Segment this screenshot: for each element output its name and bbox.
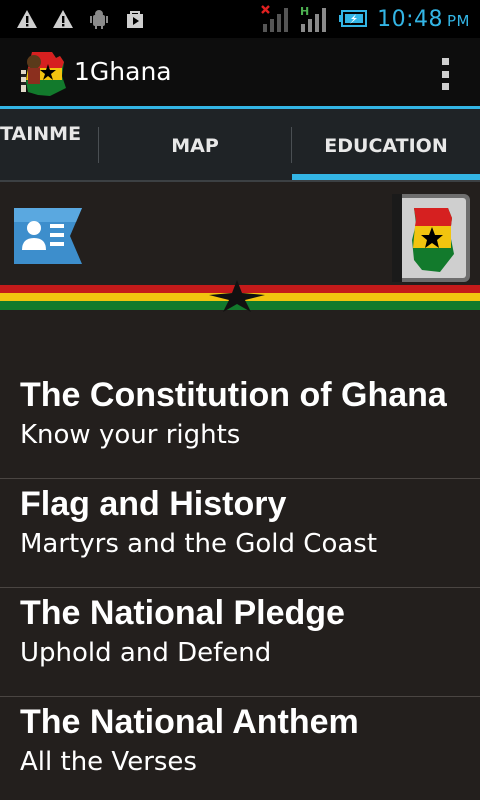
android-debug-icon — [90, 10, 108, 29]
list-item-subtitle: Uphold and Defend — [20, 638, 272, 668]
list-item-national-anthem[interactable]: The National Anthem All the Verses — [0, 697, 480, 800]
warning-icon — [53, 10, 73, 28]
app-title: 1Ghana — [74, 57, 172, 86]
status-bar: H 10:48 PM — [0, 0, 480, 38]
warning-icon — [17, 10, 37, 28]
list-item-subtitle: All the Verses — [20, 747, 197, 777]
list-item-constitution[interactable]: The Constitution of Ghana Know your righ… — [0, 370, 480, 479]
overflow-menu-icon[interactable] — [442, 58, 450, 90]
tab-education[interactable]: EDUCATION — [292, 109, 480, 182]
clock: 10:48 PM — [377, 6, 470, 32]
tab-bar: TAINME MAP EDUCATION — [0, 109, 480, 182]
tab-separator — [98, 127, 99, 163]
list-item-flag-history[interactable]: Flag and History Martyrs and the Gold Co… — [0, 479, 480, 588]
signal-hplus-icon: H — [300, 5, 327, 32]
ghana-flag-map-book-icon[interactable] — [390, 190, 472, 286]
ghana-map-logo-icon[interactable] — [14, 48, 70, 100]
education-list: The Constitution of Ghana Know your righ… — [0, 370, 480, 800]
list-item-title: The National Pledge — [20, 594, 345, 632]
list-item-subtitle: Know your rights — [20, 420, 241, 450]
tab-map[interactable]: MAP — [100, 109, 290, 182]
shopping-bag-icon — [127, 11, 143, 28]
list-item-title: Flag and History — [20, 485, 287, 523]
list-item-national-pledge[interactable]: The National Pledge Uphold and Defend — [0, 588, 480, 697]
contact-card-icon[interactable] — [14, 208, 82, 264]
black-star-icon — [209, 280, 265, 312]
tab-entertainment[interactable]: TAINME — [0, 97, 98, 170]
svg-text:H: H — [300, 5, 309, 18]
battery-charging-icon — [339, 10, 368, 27]
notification-icons — [16, 8, 146, 30]
system-icons: H 10:48 PM — [261, 4, 470, 34]
flag-stripe-divider — [0, 280, 480, 312]
list-item-title: The Constitution of Ghana — [20, 376, 447, 414]
list-item-subtitle: Martyrs and the Gold Coast — [20, 529, 378, 559]
signal-no-service-icon — [261, 5, 289, 32]
list-item-title: The National Anthem — [20, 703, 359, 741]
tab-bar-bottom-line — [0, 180, 480, 182]
